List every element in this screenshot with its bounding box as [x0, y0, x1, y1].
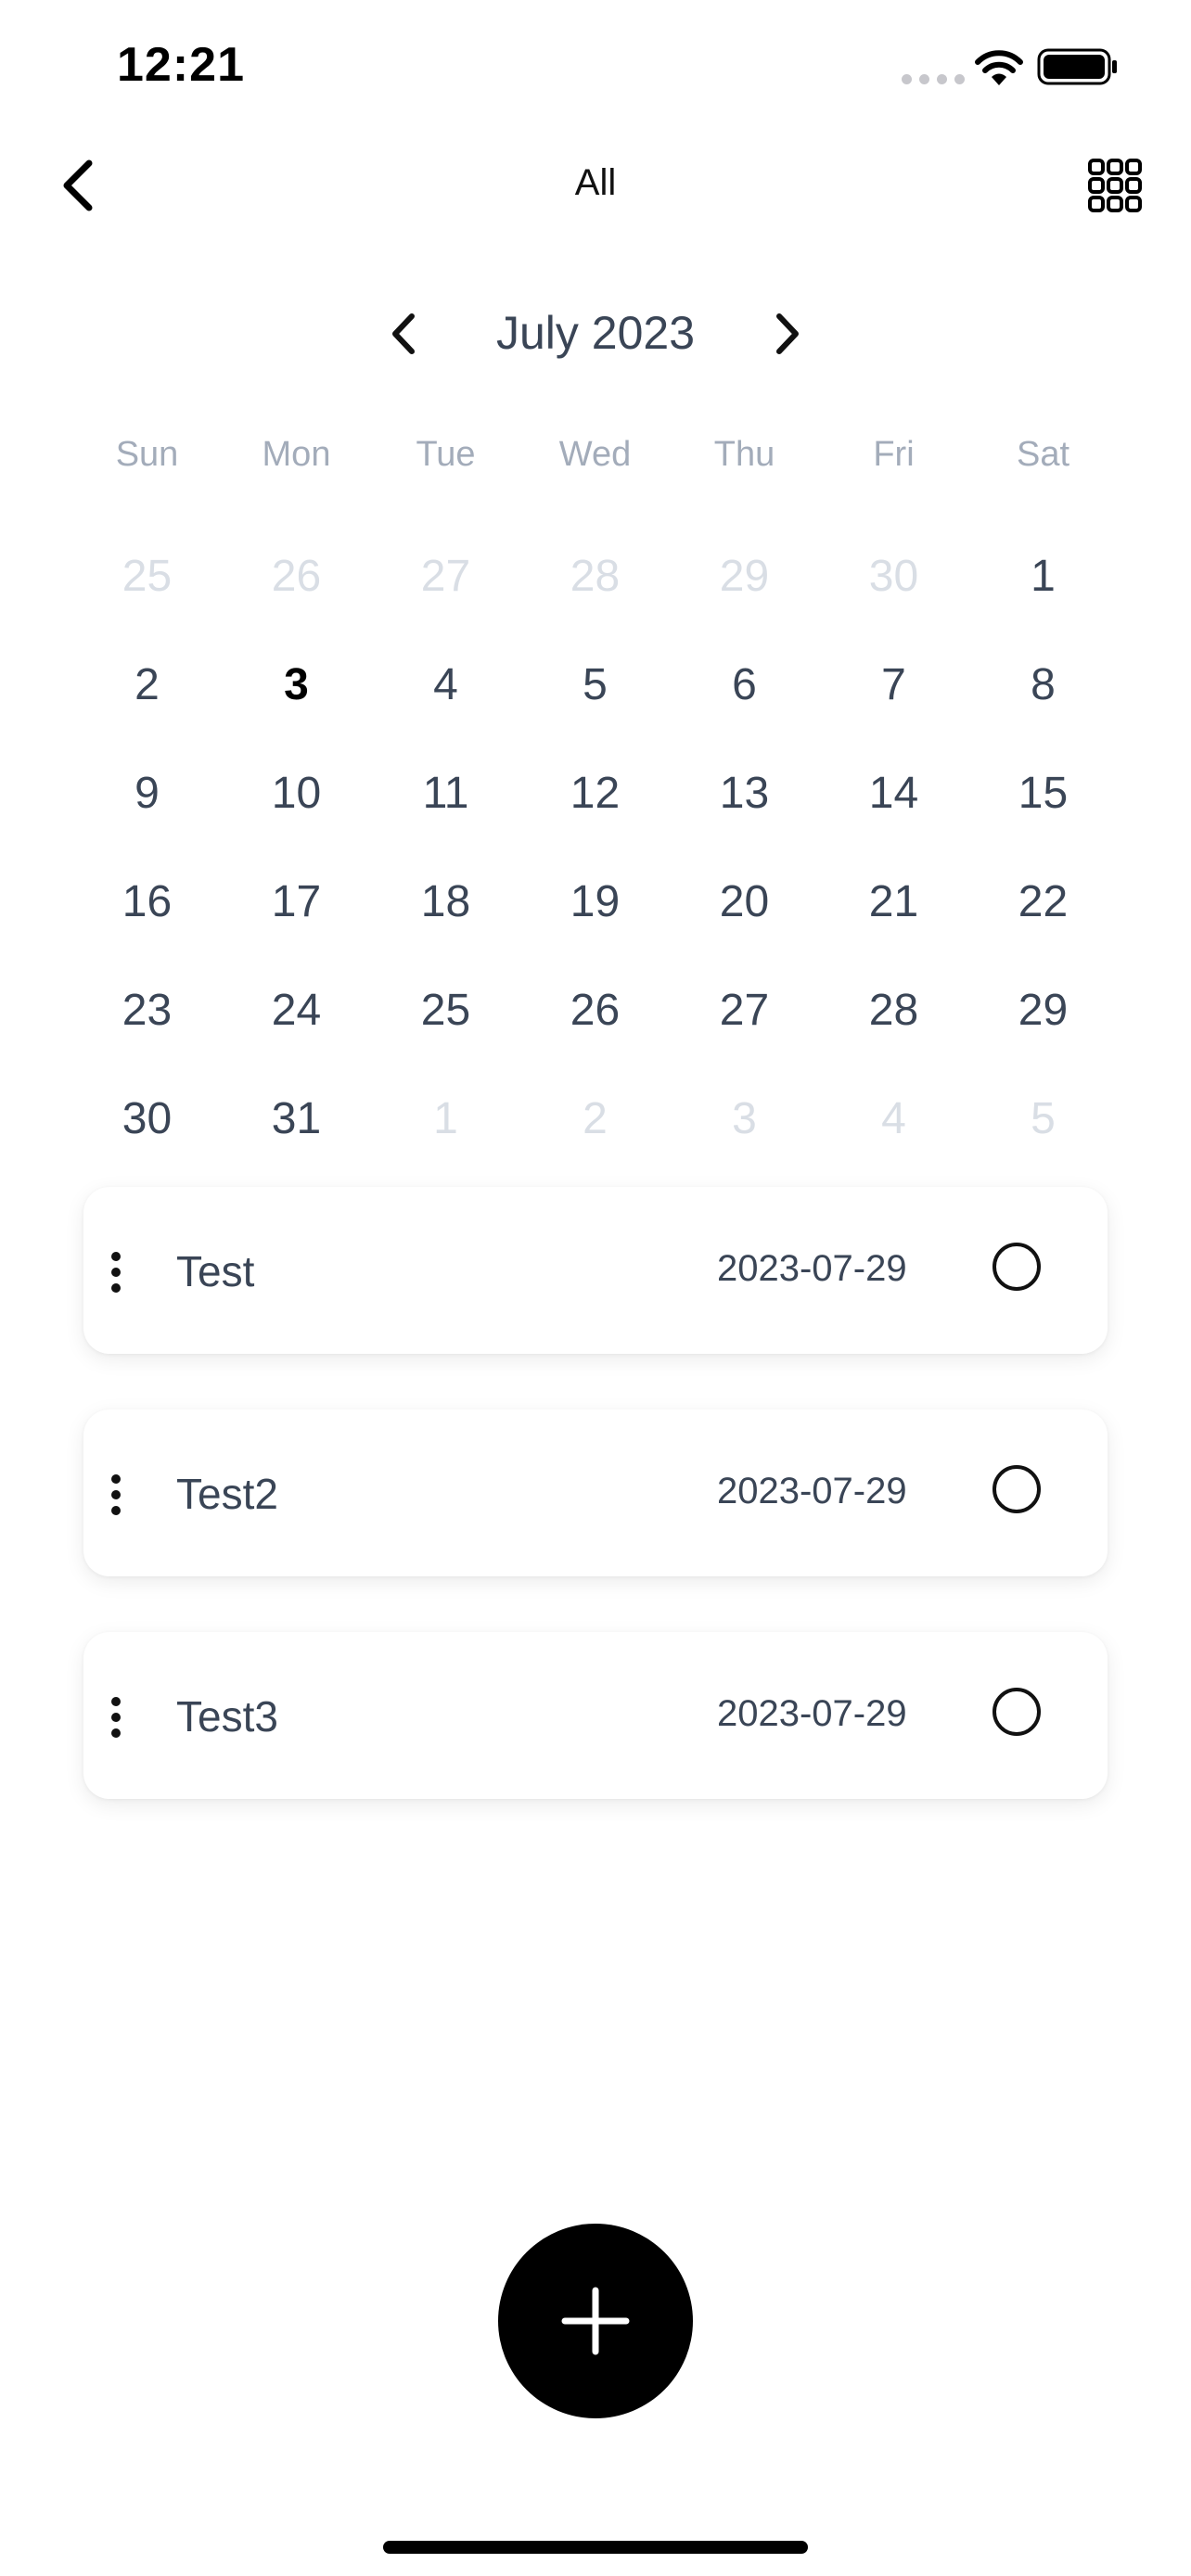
calendar-day[interactable]: 13: [670, 739, 819, 848]
calendar-day-outside-month[interactable]: 5: [968, 1065, 1118, 1173]
task-date: 2023-07-29: [717, 1248, 907, 1289]
calendar-day[interactable]: 23: [72, 956, 222, 1065]
calendar-day-outside-month[interactable]: 4: [819, 1065, 968, 1173]
calendar-day[interactable]: 10: [222, 739, 371, 848]
calendar-day-outside-month[interactable]: 30: [819, 522, 968, 631]
calendar-week: 23 24 25 26 27 28 29: [72, 956, 1119, 1065]
calendar-days: 25 26 27 28 29 30 1 2 3 4 5 6 7 8 9 10 11 12 13 14 15 16 17 18 1…: [72, 522, 1119, 1173]
task-title: Test: [176, 1247, 255, 1295]
calendar-day[interactable]: 30: [72, 1065, 222, 1173]
grid-view-button[interactable]: [1087, 158, 1143, 213]
weekday-header: Sun Mon Tue Wed Thu Fri Sat: [72, 422, 1119, 487]
calendar-day[interactable]: 12: [520, 739, 670, 848]
cellular-signal-icon: [902, 74, 965, 84]
calendar-week: 30 31 1 2 3 4 5: [72, 1065, 1119, 1173]
calendar: Sun Mon Tue Wed Thu Fri Sat 25 26 27 28 29 30…: [72, 422, 1119, 1173]
weekday-label: Tue: [416, 435, 476, 474]
battery-icon: [1037, 48, 1117, 85]
calendar-day[interactable]: 15: [968, 739, 1118, 848]
chevron-right-icon: [776, 313, 799, 354]
month-header: July 2023: [0, 299, 1191, 369]
calendar-day[interactable]: 18: [371, 848, 520, 956]
task-title: Test2: [176, 1470, 278, 1518]
calendar-day-outside-month[interactable]: 26: [222, 522, 371, 631]
calendar-day-today[interactable]: 3: [222, 631, 371, 739]
calendar-day[interactable]: 9: [72, 739, 222, 848]
status-bar: 12:21: [0, 0, 1191, 139]
calendar-day[interactable]: 26: [520, 956, 670, 1065]
add-task-button[interactable]: [498, 2224, 693, 2418]
calendar-day[interactable]: 29: [968, 956, 1118, 1065]
calendar-day-outside-month[interactable]: 29: [670, 522, 819, 631]
task-complete-checkbox[interactable]: [992, 1465, 1041, 1513]
more-vertical-icon[interactable]: [111, 1252, 122, 1293]
more-vertical-icon[interactable]: [111, 1697, 122, 1738]
home-indicator: [383, 2541, 808, 2554]
task-complete-checkbox[interactable]: [992, 1243, 1041, 1291]
wifi-icon: [975, 50, 1023, 85]
calendar-day[interactable]: 16: [72, 848, 222, 956]
calendar-day[interactable]: 28: [819, 956, 968, 1065]
weekday-label: Mon: [262, 435, 331, 474]
task-complete-checkbox[interactable]: [992, 1688, 1041, 1736]
weekday-label: Sun: [115, 435, 179, 474]
calendar-day-outside-month[interactable]: 25: [72, 522, 222, 631]
weekday-label: Thu: [713, 435, 775, 474]
task-list: Test 2023-07-29 Test2 2023-07-29 Test3 2023-0…: [83, 1187, 1108, 1855]
calendar-day[interactable]: 17: [222, 848, 371, 956]
calendar-day[interactable]: 19: [520, 848, 670, 956]
calendar-day[interactable]: 1: [968, 522, 1118, 631]
task-card[interactable]: Test3 2023-07-29: [83, 1632, 1108, 1799]
task-card[interactable]: Test2 2023-07-29: [83, 1409, 1108, 1576]
task-card[interactable]: Test 2023-07-29: [83, 1187, 1108, 1354]
calendar-day[interactable]: 31: [222, 1065, 371, 1173]
weekday-label: Wed: [558, 435, 632, 474]
calendar-day[interactable]: 6: [670, 631, 819, 739]
calendar-day[interactable]: 22: [968, 848, 1118, 956]
calendar-day[interactable]: 8: [968, 631, 1118, 739]
calendar-day[interactable]: 27: [670, 956, 819, 1065]
calendar-day[interactable]: 7: [819, 631, 968, 739]
calendar-day[interactable]: 11: [371, 739, 520, 848]
calendar-day[interactable]: 24: [222, 956, 371, 1065]
calendar-day-outside-month[interactable]: 1: [371, 1065, 520, 1173]
more-vertical-icon[interactable]: [111, 1474, 122, 1515]
task-date: 2023-07-29: [717, 1471, 907, 1511]
grid-icon: [1088, 159, 1142, 212]
calendar-day-outside-month[interactable]: 28: [520, 522, 670, 631]
calendar-day[interactable]: 25: [371, 956, 520, 1065]
calendar-week: 25 26 27 28 29 30 1: [72, 522, 1119, 631]
calendar-week: 9 10 11 12 13 14 15: [72, 739, 1119, 848]
calendar-week: 16 17 18 19 20 21 22: [72, 848, 1119, 956]
task-title: Test3: [176, 1692, 278, 1741]
status-time: 12:21: [117, 38, 245, 92]
page-title: All: [574, 162, 617, 203]
calendar-day-outside-month[interactable]: 2: [520, 1065, 670, 1173]
calendar-day[interactable]: 2: [72, 631, 222, 739]
calendar-day[interactable]: 14: [819, 739, 968, 848]
calendar-day[interactable]: 5: [520, 631, 670, 739]
weekday-label: Fri: [873, 435, 915, 474]
next-month-button[interactable]: [764, 308, 811, 360]
calendar-week: 2345678: [72, 631, 1119, 739]
task-date: 2023-07-29: [717, 1693, 907, 1734]
calendar-day[interactable]: 21: [819, 848, 968, 956]
weekday-label: Sat: [1016, 435, 1070, 474]
calendar-day[interactable]: 20: [670, 848, 819, 956]
month-label: July 2023: [495, 307, 696, 359]
plus-icon: [561, 2287, 630, 2355]
calendar-day[interactable]: 4: [371, 631, 520, 739]
calendar-day-outside-month[interactable]: 27: [371, 522, 520, 631]
calendar-day-outside-month[interactable]: 3: [670, 1065, 819, 1173]
